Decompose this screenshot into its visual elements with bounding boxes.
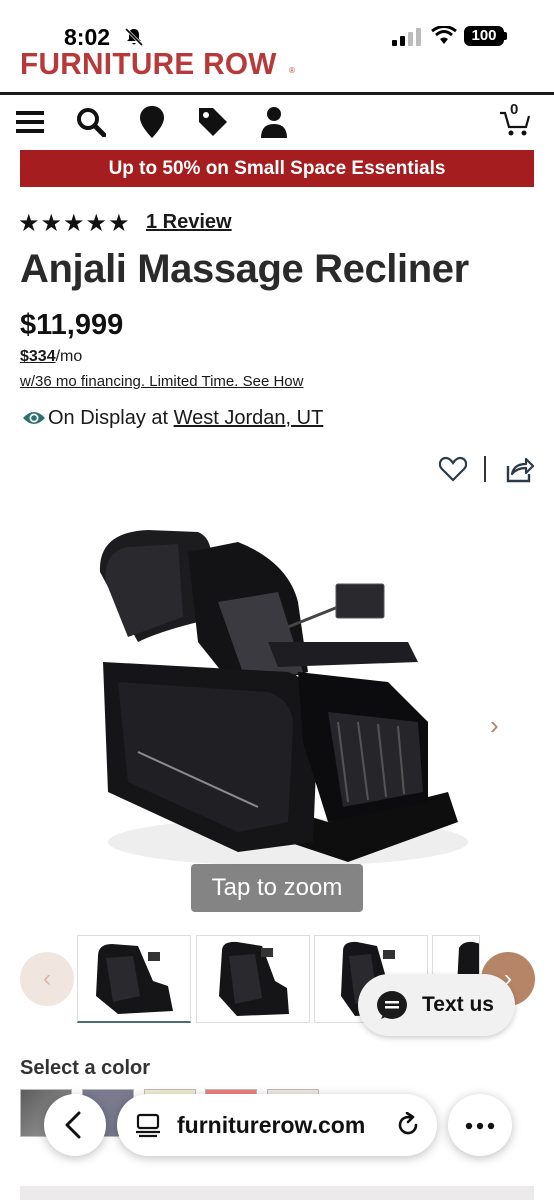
account-icon[interactable] <box>255 103 293 141</box>
menu-icon[interactable] <box>11 103 49 141</box>
ellipsis-icon <box>465 1122 495 1130</box>
select-color-heading: Select a color <box>20 1057 151 1079</box>
product-price: $11,999 <box>20 309 124 341</box>
share-icon[interactable] <box>504 454 534 484</box>
brand-logo[interactable]: FURNITURE ROW <box>20 46 277 82</box>
product-title: Anjali Massage Recliner <box>20 247 469 291</box>
rating-stars: ★★★★★ <box>18 210 131 237</box>
gallery-thumbnail[interactable] <box>77 935 191 1023</box>
monthly-suffix: /mo <box>55 348 83 365</box>
on-display-prefix: On Display at <box>48 407 169 429</box>
eye-icon <box>23 412 45 424</box>
reload-icon[interactable] <box>395 1112 421 1138</box>
header-divider <box>0 92 554 95</box>
store-location-link[interactable]: West Jordan, UT <box>174 407 324 429</box>
reviews-link[interactable]: 1 Review <box>146 211 232 234</box>
tag-icon[interactable] <box>194 103 232 141</box>
battery-cap <box>504 32 507 40</box>
text-us-label: Text us <box>422 993 494 1016</box>
location-pin-icon[interactable] <box>133 103 171 141</box>
more-options-button[interactable] <box>448 1094 512 1156</box>
tap-to-zoom-label[interactable]: Tap to zoom <box>191 864 363 912</box>
silent-bell-icon <box>124 27 144 47</box>
text-us-button[interactable]: Text us <box>358 974 515 1036</box>
signal-icon <box>392 28 421 46</box>
monthly-payment[interactable]: $334/mo <box>20 348 82 366</box>
battery-indicator: 100 <box>464 26 504 46</box>
brand-registered-mark: ® <box>289 66 295 75</box>
action-divider <box>484 456 486 482</box>
page-bottom-strip <box>20 1186 534 1200</box>
gallery-thumbnail[interactable] <box>196 935 310 1023</box>
cart-count-badge: 0 <box>510 101 519 118</box>
wifi-icon <box>431 26 457 44</box>
financing-link[interactable]: w/36 mo financing. Limited Time. See How <box>20 373 303 390</box>
heart-icon[interactable] <box>439 456 467 482</box>
chevron-left-icon <box>65 1111 81 1139</box>
chat-bubble-icon <box>377 991 407 1019</box>
url-text: furniturerow.com <box>177 1112 366 1138</box>
image-next-arrow[interactable]: › <box>490 710 499 741</box>
on-display-text: On Display at West Jordan, UT <box>48 407 323 430</box>
browser-back-button[interactable] <box>44 1094 106 1156</box>
address-bar[interactable]: furniturerow.com <box>117 1094 437 1156</box>
promo-banner[interactable]: Up to 50% on Small Space Essentials <box>20 150 534 187</box>
product-image[interactable] <box>88 522 468 882</box>
thumbnails-prev-button[interactable]: ‹ <box>20 952 74 1006</box>
monthly-amount: $334 <box>20 348 56 365</box>
search-icon[interactable] <box>72 103 110 141</box>
page-menu-icon[interactable] <box>135 1112 161 1138</box>
